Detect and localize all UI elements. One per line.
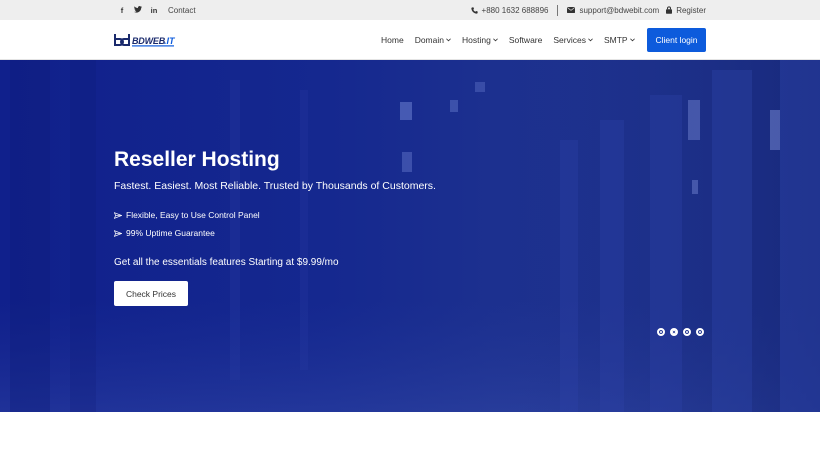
slider-dot-active[interactable] <box>670 328 678 336</box>
nav-services[interactable]: Services <box>553 35 593 45</box>
chevron-down-icon <box>629 38 635 42</box>
site-logo[interactable]: BDWEB .IT <box>114 33 176 47</box>
chevron-down-icon <box>446 38 451 42</box>
nav-home[interactable]: Home <box>381 35 404 45</box>
contact-link[interactable]: Contact <box>168 6 196 15</box>
register-link[interactable]: Register <box>666 6 706 15</box>
email-address: support@bdwebit.com <box>579 5 660 15</box>
hero-title: Reseller Hosting <box>114 148 280 171</box>
register-label: Register <box>676 5 706 15</box>
slider-dot[interactable] <box>696 328 704 336</box>
main-menu: Home Domain Hosting Software Services SM… <box>381 20 646 60</box>
nav-software[interactable]: Software <box>509 35 543 45</box>
divider <box>557 4 559 16</box>
linkedin-icon[interactable]: in <box>146 6 162 15</box>
hero-feature-item: 99% Uptime Guarantee <box>114 228 215 238</box>
check-prices-button[interactable]: Check Prices <box>114 281 188 306</box>
social-links: f in Contact <box>114 0 196 20</box>
top-bar: f in Contact +880 1632 688896 support@bd… <box>0 0 820 20</box>
hero-slider: Reseller Hosting Fastest. Easiest. Most … <box>0 60 820 412</box>
paper-plane-icon <box>114 211 122 219</box>
chevron-down-icon <box>588 38 593 42</box>
slider-dot[interactable] <box>657 328 665 336</box>
slider-pagination <box>657 328 704 336</box>
envelope-icon <box>567 7 576 13</box>
nav-hosting[interactable]: Hosting <box>462 35 498 45</box>
svg-text:.IT: .IT <box>164 36 176 46</box>
nav-smtp[interactable]: SMTP <box>604 35 635 45</box>
chevron-down-icon <box>492 38 498 42</box>
phone-link[interactable]: +880 1632 688896 <box>470 5 549 15</box>
facebook-icon[interactable]: f <box>114 6 130 15</box>
phone-icon <box>470 6 478 14</box>
hero-subtitle: Fastest. Easiest. Most Reliable. Trusted… <box>114 180 436 192</box>
lock-icon <box>666 6 673 14</box>
svg-text:BDWEB: BDWEB <box>132 36 166 46</box>
phone-number: +880 1632 688896 <box>481 5 549 15</box>
hero-feature-label: 99% Uptime Guarantee <box>126 228 215 238</box>
hero-feature-label: Flexible, Easy to Use Control Panel <box>126 210 260 220</box>
paper-plane-icon <box>114 229 122 237</box>
hero-feature-item: Flexible, Easy to Use Control Panel <box>114 210 260 220</box>
twitter-icon[interactable] <box>130 5 146 15</box>
nav-domain[interactable]: Domain <box>415 35 451 45</box>
top-contact-info: +880 1632 688896 support@bdwebit.com Reg… <box>470 0 706 20</box>
slider-dot[interactable] <box>683 328 691 336</box>
hero-pricing-text: Get all the essentials features Starting… <box>114 257 339 268</box>
email-link[interactable]: support@bdwebit.com <box>567 6 659 15</box>
client-login-button[interactable]: Client login <box>647 28 706 52</box>
